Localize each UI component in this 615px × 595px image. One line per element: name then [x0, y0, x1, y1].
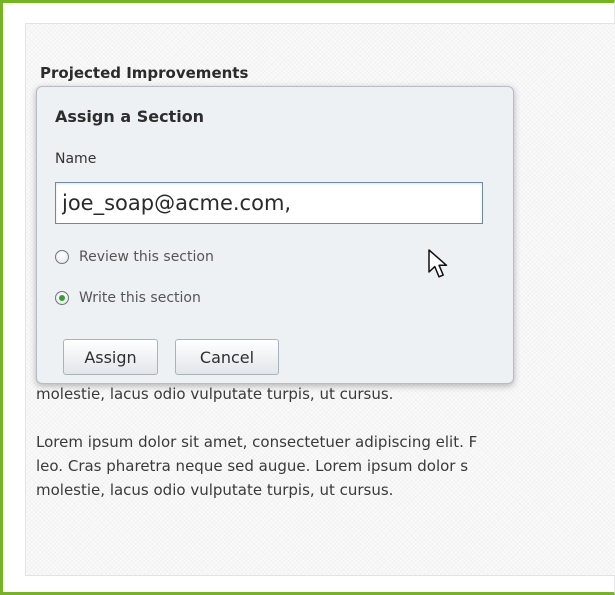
name-input[interactable]: [55, 182, 483, 224]
write-option-label: Write this section: [79, 290, 201, 306]
paragraph-line: molestie, lacus odio vulputate turpis, u…: [36, 481, 394, 499]
paragraph-line: Lorem ipsum dolor sit amet, consectetuer…: [36, 433, 478, 451]
name-label: Name: [55, 151, 97, 167]
paragraph-line: leo. Cras pharetra neque sed augue. Lore…: [36, 457, 469, 475]
paragraph-line: molestie, lacus odio vulputate turpis, u…: [36, 385, 394, 403]
paragraph: Lorem ipsum dolor sit amet, consectetuer…: [36, 430, 615, 502]
write-option[interactable]: Write this section: [55, 290, 201, 306]
review-radio[interactable]: [55, 250, 69, 264]
cancel-button[interactable]: Cancel: [175, 339, 279, 375]
section-title: Projected Improvements: [40, 64, 249, 82]
review-option[interactable]: Review this section: [55, 249, 214, 265]
assign-button[interactable]: Assign: [63, 339, 158, 375]
dialog-title: Assign a Section: [55, 107, 205, 126]
review-option-label: Review this section: [79, 249, 214, 265]
write-radio[interactable]: [55, 291, 69, 305]
assign-section-dialog: Assign a Section Name Review this sectio…: [36, 86, 514, 384]
mouse-pointer-icon: [428, 249, 448, 278]
